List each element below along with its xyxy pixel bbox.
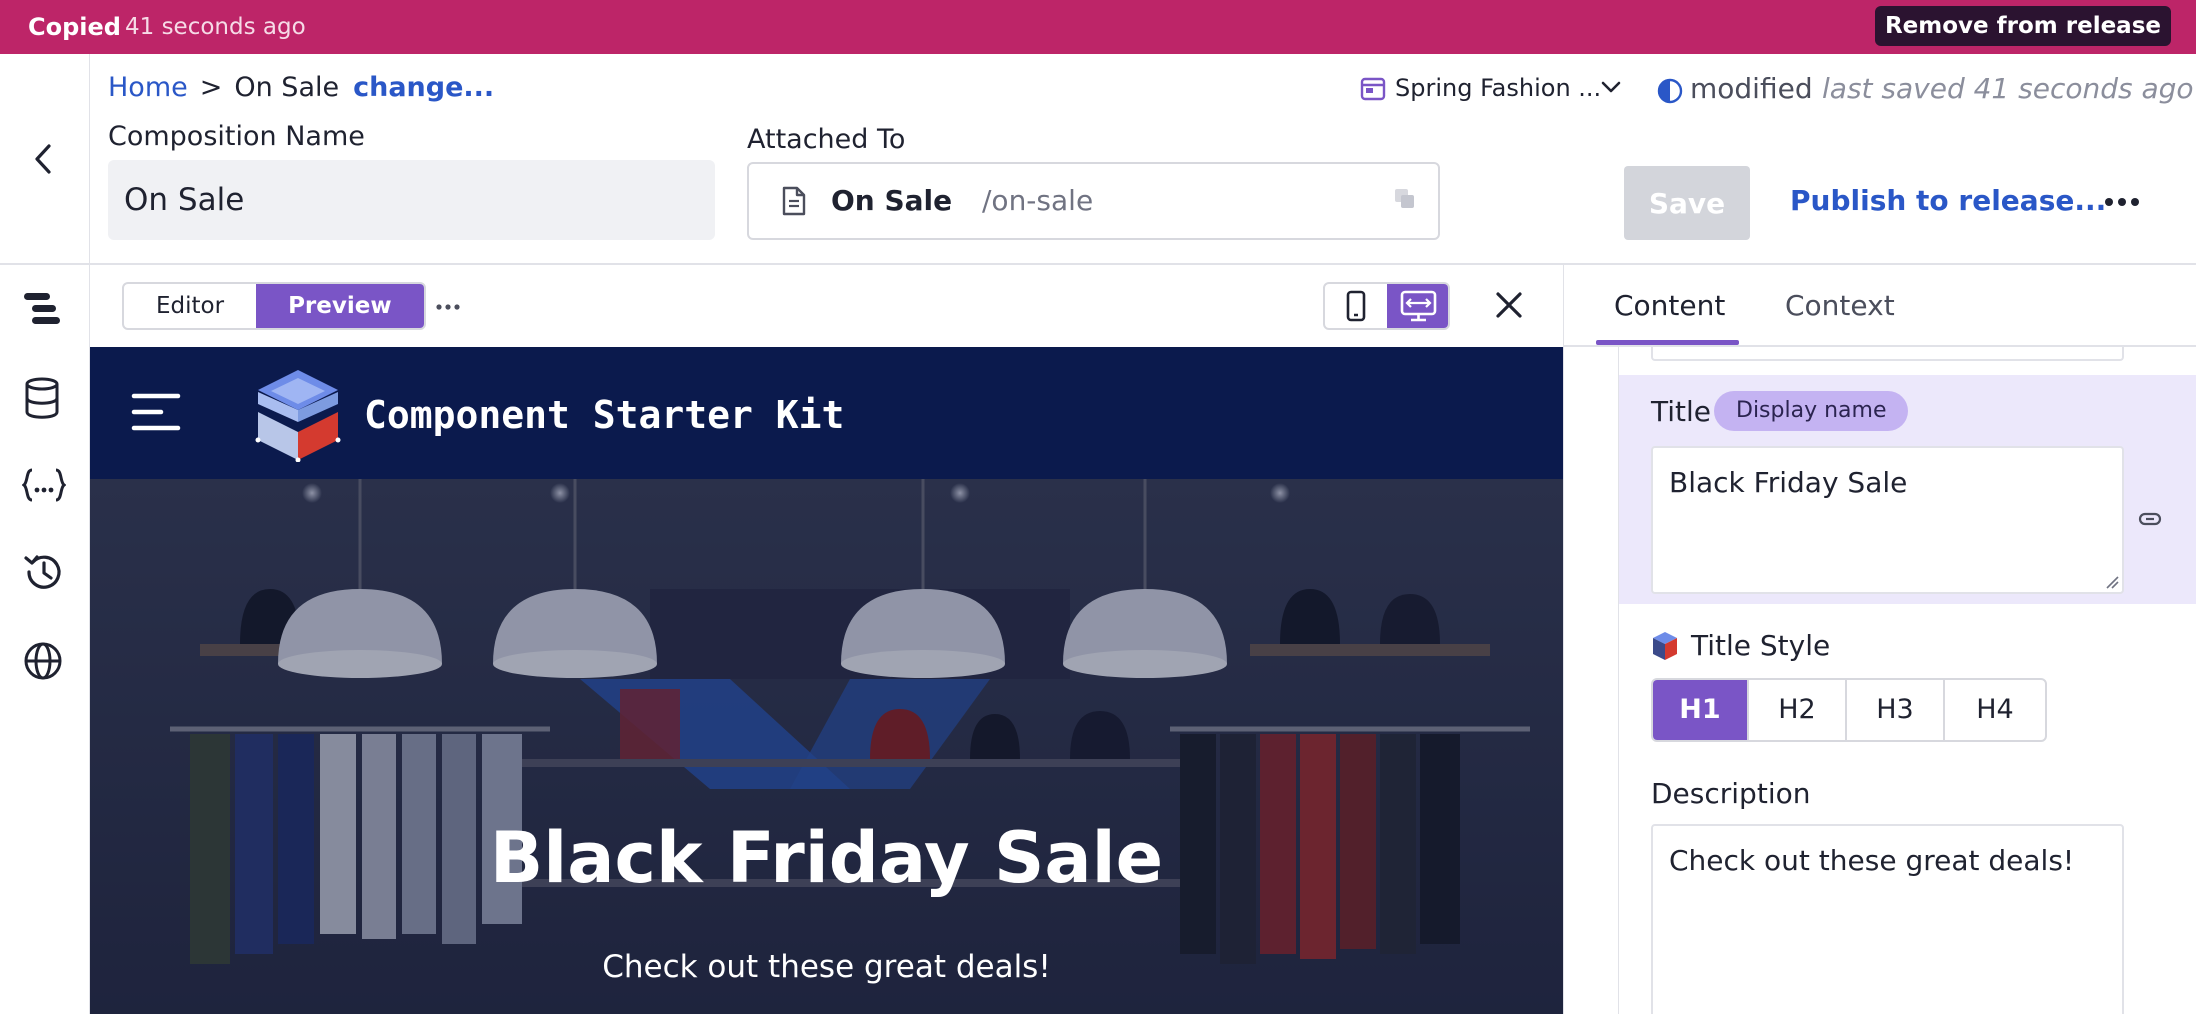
document-icon: [782, 186, 806, 216]
previous-field-bottom: [1651, 347, 2124, 361]
breadcrumb: Home > On Sale change...: [108, 72, 494, 103]
mobile-icon: [1346, 290, 1366, 322]
style-option-h1[interactable]: H1: [1653, 680, 1749, 740]
site-brand-name: Component Starter Kit: [364, 393, 845, 437]
hamburger-menu-icon[interactable]: [131, 392, 181, 432]
history-icon[interactable]: [22, 551, 64, 593]
notification-banner: Copied 41 seconds ago Remove from releas…: [0, 0, 2196, 54]
release-name: Spring Fashion ...: [1395, 74, 1602, 102]
change-type-link[interactable]: change...: [353, 72, 494, 103]
tab-content[interactable]: Content: [1614, 289, 1725, 322]
style-option-h2[interactable]: H2: [1749, 680, 1847, 740]
last-saved-text: last saved 41 seconds ago: [1822, 72, 2194, 105]
release-calendar-icon: [1360, 77, 1386, 101]
data-icon[interactable]: [22, 376, 62, 420]
title-style-selector: H1 H2 H3 H4: [1651, 678, 2047, 742]
editor-preview-toggle: Editor Preview: [122, 282, 426, 330]
save-button[interactable]: Save: [1624, 166, 1750, 240]
close-icon[interactable]: [1493, 289, 1525, 321]
toolbar-more-icon[interactable]: [436, 303, 460, 311]
hero-store-image: [90, 479, 1563, 1014]
panel-tabs: Content Context: [1564, 265, 2196, 347]
modified-status-icon: [1657, 78, 1683, 104]
attached-to-label: Attached To: [747, 124, 906, 155]
remove-from-release-button[interactable]: Remove from release: [1874, 6, 2171, 46]
banner-status: Copied: [28, 13, 121, 41]
back-button[interactable]: [0, 54, 90, 263]
style-option-h4[interactable]: H4: [1945, 680, 2045, 740]
desktop-icon: [1400, 290, 1437, 322]
preview-canvas[interactable]: Component Starter Kit Black Friday Sale …: [90, 347, 1563, 1014]
desktop-view-button[interactable]: [1387, 284, 1448, 328]
attached-entry-name: On Sale: [831, 184, 953, 217]
left-sidebar: [0, 265, 90, 1014]
description-label: Description: [1651, 777, 1811, 810]
mobile-view-button[interactable]: [1325, 284, 1387, 328]
hero-subtitle: Check out these great deals!: [602, 949, 1051, 985]
tab-preview[interactable]: Preview: [256, 284, 424, 328]
composition-name-label: Composition Name: [108, 121, 365, 152]
chevron-left-icon: [35, 144, 51, 174]
display-name-badge: Display name: [1714, 391, 1909, 431]
hero-banner: Black Friday Sale Check out these great …: [90, 479, 1563, 1014]
device-toggle: [1323, 282, 1450, 330]
title-style-text: Title Style: [1691, 629, 1831, 662]
composition-header: Home > On Sale change... Composition Name A…: [0, 54, 2196, 265]
preview-toolbar: Editor Preview: [90, 265, 1563, 347]
banner-time: 41 seconds ago: [125, 14, 306, 40]
site-navbar: Component Starter Kit: [90, 347, 1563, 479]
link-icon[interactable]: [2138, 512, 2162, 526]
tab-context[interactable]: Context: [1785, 289, 1895, 322]
component-cube-icon: [1653, 632, 1677, 660]
attached-to-field[interactable]: On Sale /on-sale: [747, 162, 1440, 240]
style-option-h3[interactable]: H3: [1847, 680, 1945, 740]
hero-title: Black Friday Sale: [489, 817, 1164, 899]
copy-icon[interactable]: [1394, 188, 1416, 210]
title-textarea[interactable]: Black Friday Sale: [1651, 446, 2124, 594]
tab-editor[interactable]: Editor: [124, 284, 256, 328]
description-value: Check out these great deals!: [1669, 844, 2075, 877]
breadcrumb-separator: >: [199, 72, 223, 103]
panel-fields: Title Display name Black Friday Sale Tit…: [1618, 347, 2196, 1014]
title-value: Black Friday Sale: [1669, 466, 1908, 499]
more-options-icon[interactable]: [2104, 196, 2140, 208]
title-label: Title: [1651, 395, 1712, 428]
resize-handle-icon[interactable]: [2105, 575, 2119, 589]
description-textarea[interactable]: Check out these great deals!: [1651, 824, 2124, 1014]
chevron-down-icon: [1601, 81, 1621, 93]
attached-entry-path: /on-sale: [982, 184, 1094, 217]
structure-icon[interactable]: [22, 289, 62, 329]
properties-panel: Content Context Title Display name Black…: [1563, 265, 2196, 1014]
breadcrumb-home-link[interactable]: Home: [108, 72, 188, 103]
publish-to-release-button[interactable]: Publish to release...: [1790, 184, 2106, 217]
title-field-group: Title Display name Black Friday Sale: [1619, 375, 2196, 604]
composition-name-input[interactable]: [108, 160, 715, 240]
active-tab-indicator: [1596, 340, 1739, 345]
breadcrumb-current: On Sale: [234, 72, 340, 103]
brand-logo-icon: [255, 370, 341, 462]
variables-icon[interactable]: [22, 468, 66, 502]
globe-icon[interactable]: [22, 640, 64, 682]
status-modified: modified: [1690, 72, 1813, 105]
